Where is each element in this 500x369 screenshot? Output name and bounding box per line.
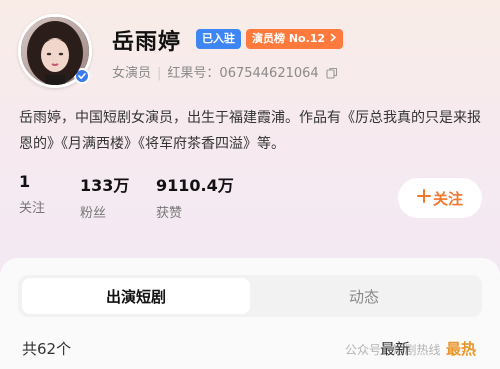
stat-following[interactable]: 1 关注 <box>19 172 45 216</box>
copy-icon[interactable] <box>326 67 338 83</box>
stat-fans-label: 粉丝 <box>80 206 107 221</box>
settled-tag: 已入驻 <box>196 29 241 49</box>
sort-hot-button[interactable]: 最热 <box>446 338 476 359</box>
plus-icon <box>416 189 431 207</box>
tab-short-dramas[interactable]: 出演短剧 <box>22 278 250 314</box>
avatar-image <box>18 14 92 88</box>
works-total-count: 共62个 <box>22 340 72 358</box>
profile-id-value: 067544621064 <box>219 66 319 81</box>
profile-id-label: 红果号： <box>167 66 220 81</box>
stat-likes[interactable]: 9110.4万 获赞 <box>156 172 234 221</box>
stat-fans[interactable]: 133万 粉丝 <box>80 172 129 221</box>
profile-meta: 女演员 | 红果号：067544621064 <box>112 62 338 83</box>
tab-updates[interactable]: 动态 <box>250 278 478 314</box>
sort-latest-button[interactable]: 最新 <box>380 338 410 359</box>
stat-following-value: 1 <box>19 172 31 191</box>
follow-button[interactable]: 关注 <box>398 178 482 218</box>
profile-bio: 岳雨婷，中国短剧女演员，出生于福建霞浦。作品有《厉总我真的只是来报恩的》《月满西… <box>19 110 481 152</box>
chevron-right-icon <box>329 32 337 45</box>
stat-likes-value: 9110.4万 <box>156 176 234 195</box>
profile-role: 女演员 <box>112 66 152 81</box>
avatar[interactable] <box>18 14 92 88</box>
stat-following-label: 关注 <box>19 201 46 216</box>
follow-button-label: 关注 <box>432 189 463 208</box>
stat-likes-label: 获赞 <box>156 206 183 221</box>
actor-rank-tag[interactable]: 演员榜 No.12 <box>246 29 343 49</box>
stat-fans-value: 133万 <box>80 176 130 195</box>
profile-name: 岳雨婷 <box>112 30 182 55</box>
actor-rank-label: 演员榜 No.12 <box>252 32 326 45</box>
actor-profile-page: 岳雨婷 已入驻 演员榜 No.12 女演员 | 红果号：067544621064 岳… <box>0 0 500 369</box>
